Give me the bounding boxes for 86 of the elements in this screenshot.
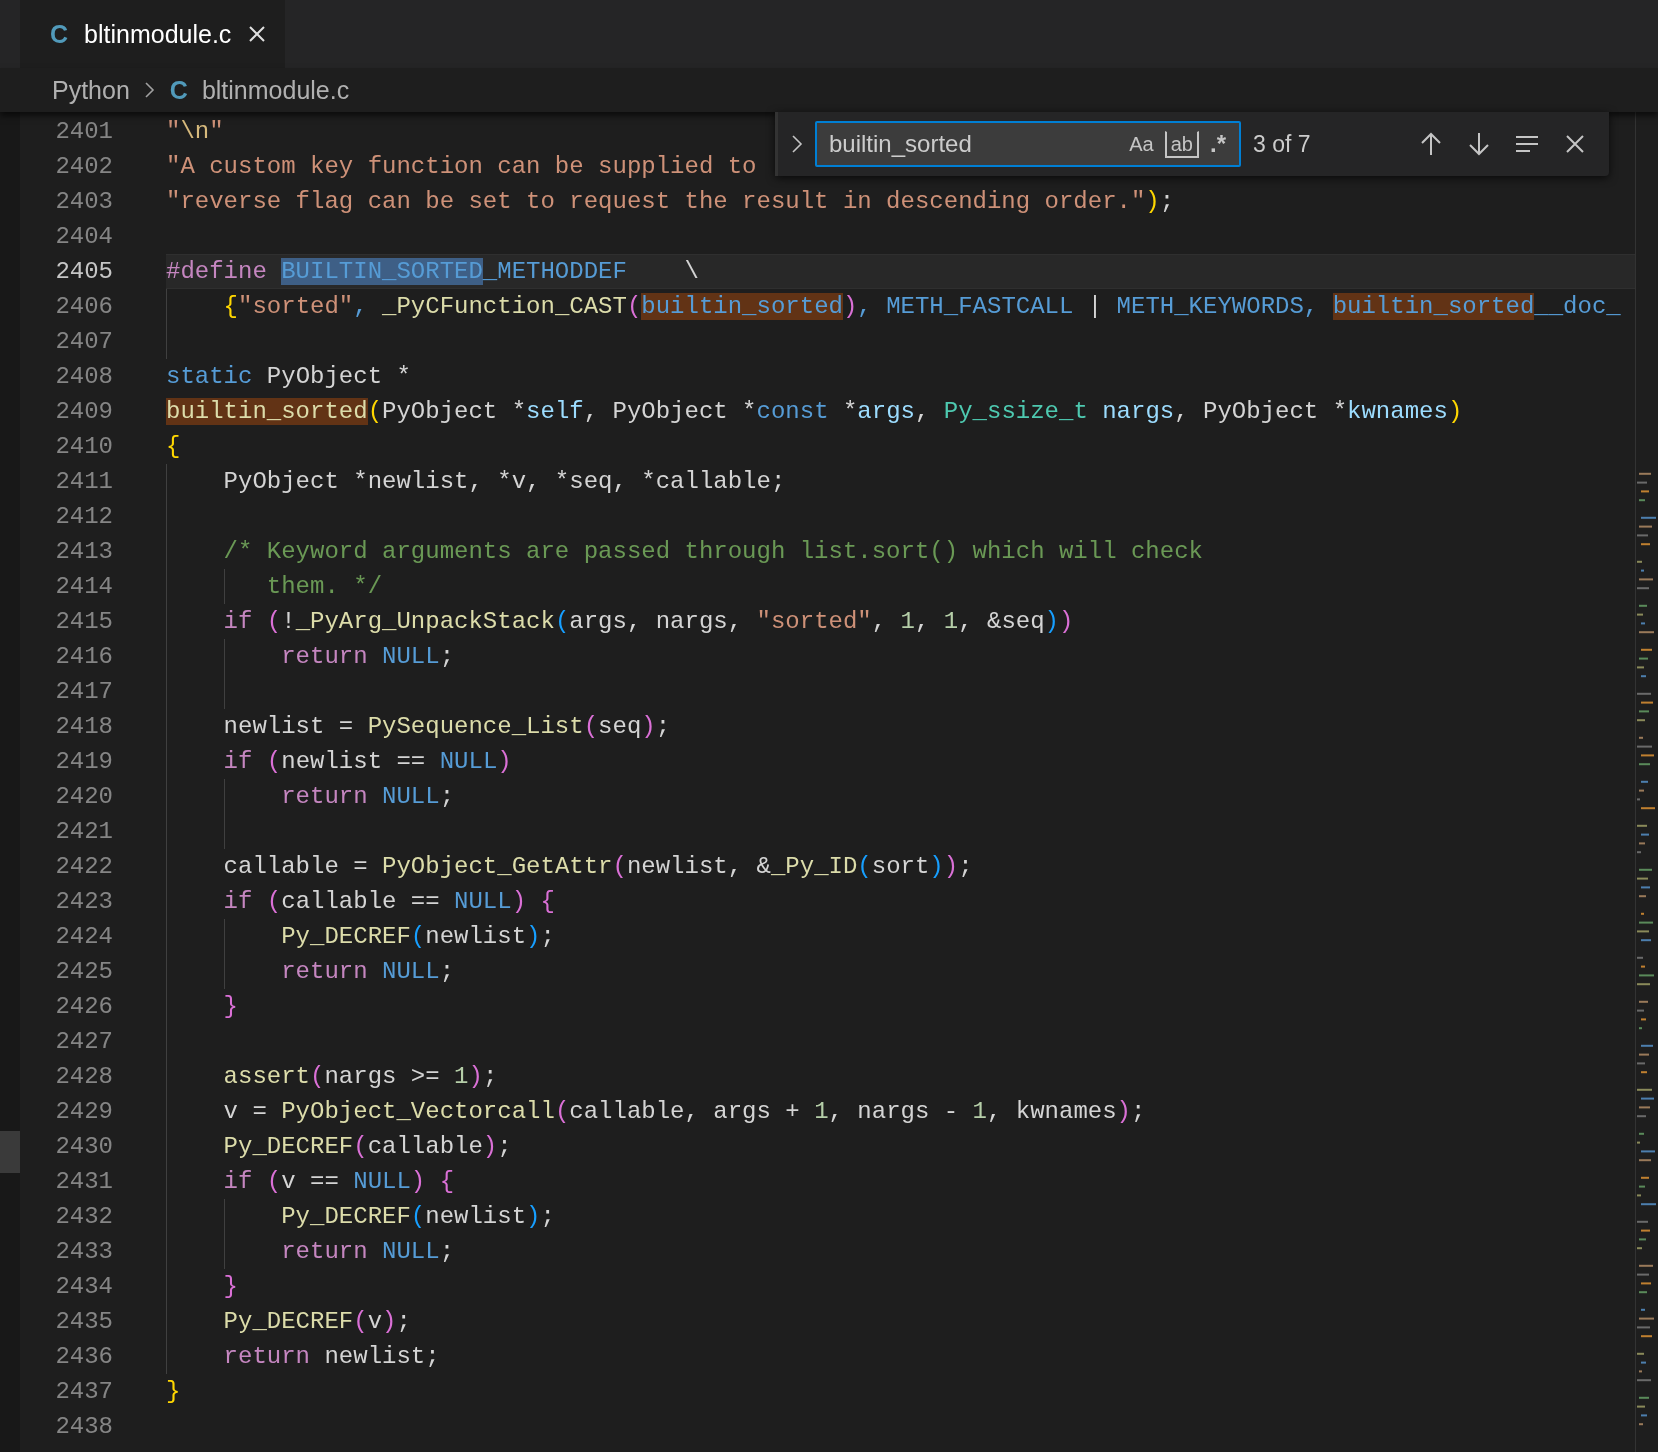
code-line: /* Keyword arguments are passed through list.sort() which will check (223, 537, 1203, 567)
code-line: } (223, 1272, 238, 1302)
line-number: 2401 (54, 118, 114, 145)
line-number: 2415 (54, 608, 114, 635)
code-line: if (callable == NULL) { (223, 887, 555, 917)
code-line: v = PyObject_Vectorcall(callable, args + 1, nargs - 1, kwnames); (223, 1097, 1146, 1127)
line-number: 2408 (54, 363, 114, 390)
line-number: 2431 (54, 1168, 114, 1195)
code-line: return NULL; (281, 1237, 455, 1267)
code-line: "reverse flag can be set to request the result in descending order."); (166, 187, 1175, 217)
code-line: Py_DECREF(v); (223, 1307, 411, 1337)
code-line: if (!_PyArg_UnpackStack(args, nargs, "sorted", 1, 1, &seq)) (223, 607, 1074, 637)
line-number: 2405 (54, 258, 114, 285)
line-number: 2433 (54, 1238, 114, 1265)
line-number: 2432 (54, 1203, 114, 1230)
line-number: 2410 (54, 433, 114, 460)
line-number: 2416 (54, 643, 114, 670)
chevron-icon (789, 133, 804, 155)
code-line: assert(nargs >= 1); (223, 1062, 498, 1092)
line-number: 2436 (54, 1343, 114, 1370)
code-line: } (223, 992, 238, 1022)
line-number: 2437 (54, 1378, 114, 1405)
breadcrumb-item[interactable]: bltinmodule.c (201, 75, 350, 105)
line-number: 2419 (54, 748, 114, 775)
code-line: callable = PyObject_GetAttr(newlist, &_Py_ID(sort)); (223, 852, 973, 882)
line-number: 2420 (54, 783, 114, 810)
line-number: 2407 (54, 328, 114, 355)
line-number: 2413 (54, 538, 114, 565)
code-line: static PyObject * (166, 362, 411, 392)
chevron-icon (143, 81, 156, 99)
line-number: 2429 (54, 1098, 114, 1125)
code-line: PyObject *newlist, *v, *seq, *callable; (223, 467, 786, 497)
line-number: 2423 (54, 888, 114, 915)
line-number: 2421 (54, 818, 114, 845)
line-number: 2411 (54, 468, 114, 495)
code-line: return newlist; (223, 1342, 440, 1372)
line-number: 2424 (54, 923, 114, 950)
code-line: return NULL; (281, 782, 455, 812)
code-line: builtin_sorted(PyObject *self, PyObject *const *args, Py_ssize_t nargs, PyObject *kwnames) (166, 397, 1463, 427)
arrow-down-icon (1466, 131, 1492, 157)
tab-title: bltinmodule.c (84, 19, 232, 49)
line-number: 2406 (54, 293, 114, 320)
code-line: Py_DECREF(newlist); (281, 922, 555, 952)
line-number: 2402 (54, 153, 114, 180)
line-number: 2412 (54, 503, 114, 530)
scroll-handle[interactable] (0, 1131, 20, 1173)
code-line: { (166, 432, 181, 462)
code-line: them. */ (266, 572, 383, 602)
code-line: Py_DECREF(callable); (223, 1132, 512, 1162)
line-number: 2426 (54, 993, 114, 1020)
code-line: if (v == NULL) { (223, 1167, 455, 1197)
code-line: #define BUILTIN_SORTED_METHODDEF \ (166, 257, 699, 287)
c-file-icon: C (50, 19, 69, 49)
line-number: 2428 (54, 1063, 114, 1090)
breadcrumb-item[interactable]: Python (52, 75, 130, 105)
search-option-toggle[interactable]: .* (1205, 128, 1231, 160)
line-number: 2422 (54, 853, 114, 880)
line-number: 2438 (54, 1413, 114, 1440)
indent-guide (223, 569, 225, 604)
line-number: 2414 (54, 573, 114, 600)
line-number: 2404 (54, 223, 114, 250)
code-line: "\n" (166, 117, 224, 147)
code-line: newlist = PySequence_List(seq); (223, 712, 671, 742)
code-line: if (newlist == NULL) (223, 747, 512, 777)
search-field[interactable]: builtin_sorted Aa ab .* (815, 121, 1241, 167)
code-line: return NULL; (281, 642, 455, 672)
line-number: 2409 (54, 398, 114, 425)
line-number: 2427 (54, 1028, 114, 1055)
code-line: return NULL; (281, 957, 455, 987)
match-count: 3 of 7 (1253, 130, 1312, 158)
editor-tab[interactable]: C bltinmodule.c (20, 0, 286, 68)
line-number: 2418 (54, 713, 114, 740)
code-line: } (166, 1377, 181, 1407)
code-line: "A custom key function can be supplied to (166, 152, 757, 182)
line-number: 2435 (54, 1308, 114, 1335)
code-line: Py_DECREF(newlist); (281, 1202, 555, 1232)
search-option-toggle[interactable]: Aa (1124, 130, 1159, 158)
c-file-icon: C (169, 75, 188, 105)
line-number: 2434 (54, 1273, 114, 1300)
close-icon[interactable] (247, 24, 268, 44)
search-option-toggle[interactable]: ab (1164, 130, 1199, 158)
line-number: 2430 (54, 1133, 114, 1160)
line-number: 2425 (54, 958, 114, 985)
line-number: 2403 (54, 188, 114, 215)
line-number: 2417 (54, 678, 114, 705)
code-line: {"sorted", _PyCFunction_CAST(builtin_sorted), METH_FASTCALL | METH_KEYWORDS, builtin_sorted__doc_ (223, 292, 1621, 322)
